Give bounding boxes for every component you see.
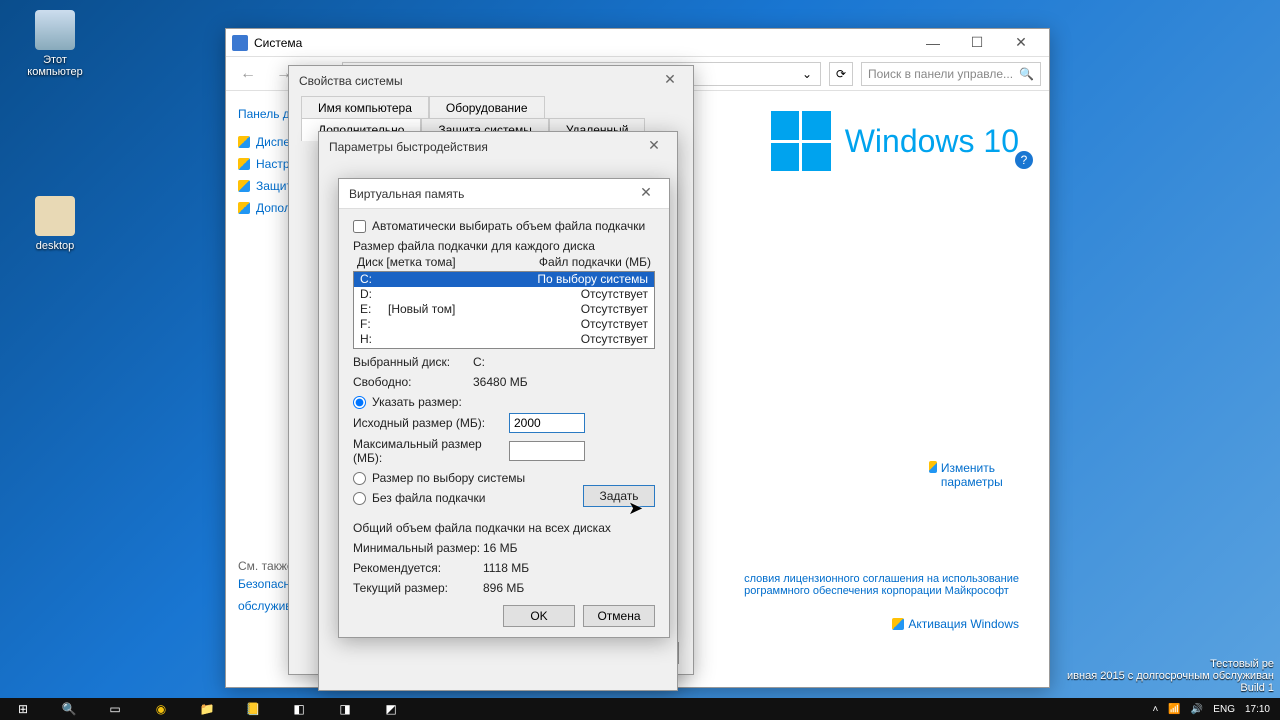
- rec-value: 1118 МБ: [483, 561, 529, 575]
- drive-row-d[interactable]: D:Отсутствует: [354, 287, 654, 302]
- titlebar: Система — ☐ ✕: [226, 29, 1049, 57]
- dialog-title: Свойства системы: [299, 74, 403, 88]
- drive-row-e[interactable]: E:[Новый том]Отсутствует: [354, 302, 654, 317]
- shield-icon: [238, 180, 250, 192]
- task-view-icon[interactable]: ▭: [92, 698, 138, 720]
- windows-logo: Windows 10: [771, 111, 1019, 171]
- each-drive-label: Размер файла подкачки для каждого диска: [353, 239, 655, 253]
- computer-icon: [35, 10, 75, 50]
- change-settings-link[interactable]: Изменить параметры: [929, 461, 1019, 489]
- custom-size-radio[interactable]: Указать размер:: [353, 395, 655, 409]
- activation-link[interactable]: Активация Windows: [892, 617, 1019, 631]
- selected-drive-value: C:: [473, 355, 485, 369]
- max-size-input[interactable]: [509, 441, 585, 461]
- radio-input[interactable]: [353, 472, 366, 485]
- search-placeholder: Поиск в панели управле...: [868, 67, 1013, 81]
- virtual-memory-dialog: Виртуальная память ✕ Автоматически выбир…: [338, 178, 670, 638]
- watermark: Тестовый ре ивная 2015 с долгосрочным об…: [1067, 658, 1274, 694]
- refresh-button[interactable]: ⟳: [829, 62, 853, 86]
- total-paging-label: Общий объем файла подкачки на всех диска…: [353, 521, 655, 535]
- ok-button[interactable]: OK: [503, 605, 575, 627]
- network-icon[interactable]: 📶: [1168, 704, 1180, 715]
- checkbox-label: Автоматически выбирать объем файла подка…: [372, 219, 645, 233]
- shield-icon: [238, 158, 250, 170]
- system-managed-radio[interactable]: Размер по выбору системы: [353, 471, 655, 485]
- shield-icon: [892, 618, 904, 630]
- tab-computer-name[interactable]: Имя компьютера: [301, 96, 429, 119]
- shield-icon: [238, 202, 250, 214]
- dialog-title: Виртуальная память: [349, 187, 464, 201]
- min-label: Минимальный размер:: [353, 541, 483, 555]
- shield-icon: [929, 461, 937, 473]
- tab-hardware[interactable]: Оборудование: [429, 96, 545, 119]
- tabs-row-1: Имя компьютера Оборудование: [289, 96, 693, 119]
- radio-input[interactable]: [353, 492, 366, 505]
- drive-row-c[interactable]: C:По выбору системы: [354, 272, 654, 287]
- app-icon[interactable]: ◨: [322, 698, 368, 720]
- selected-drive-label: Выбранный диск:: [353, 355, 473, 369]
- initial-size-label: Исходный размер (МБ):: [353, 416, 509, 430]
- dialog-titlebar: Виртуальная память ✕: [339, 179, 669, 209]
- auto-manage-checkbox[interactable]: Автоматически выбирать объем файла подка…: [353, 219, 655, 233]
- app-icon[interactable]: ◩: [368, 698, 414, 720]
- shield-icon: [238, 136, 250, 148]
- free-value: 36480 МБ: [473, 375, 528, 389]
- search-icon[interactable]: 🔍: [46, 698, 92, 720]
- windows-glyph-icon: [771, 111, 831, 171]
- start-button[interactable]: ⊞: [0, 698, 46, 720]
- close-button[interactable]: ✕: [999, 29, 1043, 57]
- search-input[interactable]: Поиск в панели управле... 🔍: [861, 62, 1041, 86]
- tray-chevron-up-icon[interactable]: ˄: [1153, 704, 1159, 715]
- col-pagefile: Файл подкачки (МБ): [539, 255, 651, 269]
- dialog-title: Параметры быстродействия: [329, 140, 488, 154]
- col-drive: Диск [метка тома]: [357, 255, 456, 269]
- drive-row-f[interactable]: F:Отсутствует: [354, 317, 654, 332]
- chrome-icon[interactable]: ◉: [138, 698, 184, 720]
- set-button[interactable]: Задать: [583, 485, 655, 507]
- folder-icon: [35, 196, 75, 236]
- back-button[interactable]: ←: [234, 60, 262, 88]
- dialog-titlebar: Свойства системы ✕: [289, 66, 693, 96]
- radio-input[interactable]: [353, 396, 366, 409]
- dialog-titlebar: Параметры быстродействия ✕: [319, 132, 677, 162]
- taskbar: ⊞ 🔍 ▭ ◉ 📁 📒 ◧ ◨ ◩ ˄ 📶 🔊 ENG 17:10: [0, 698, 1280, 720]
- rec-label: Рекомендуется:: [353, 561, 483, 575]
- min-value: 16 МБ: [483, 541, 518, 555]
- window-title: Система: [254, 36, 911, 50]
- cur-value: 896 МБ: [483, 581, 524, 595]
- chevron-down-icon[interactable]: ⌄: [802, 67, 812, 81]
- icon-label: Этот компьютер: [20, 54, 90, 78]
- clock[interactable]: 17:10: [1245, 704, 1270, 715]
- license-link[interactable]: словия лицензионного соглашения на испол…: [744, 573, 1019, 597]
- system-icon: [232, 35, 248, 51]
- close-button[interactable]: ✕: [657, 71, 683, 91]
- free-label: Свободно:: [353, 375, 473, 389]
- desktop-icon-this-pc[interactable]: Этот компьютер: [20, 10, 90, 78]
- icon-label: desktop: [20, 240, 90, 252]
- drive-row-h[interactable]: H:Отсутствует: [354, 332, 654, 347]
- notes-icon[interactable]: 📒: [230, 698, 276, 720]
- desktop-icon-folder[interactable]: desktop: [20, 196, 90, 252]
- volume-icon[interactable]: 🔊: [1191, 704, 1203, 715]
- brand-text: Windows 10: [845, 123, 1019, 160]
- cur-label: Текущий размер:: [353, 581, 483, 595]
- close-button[interactable]: ✕: [641, 137, 667, 157]
- search-icon: 🔍: [1019, 67, 1034, 81]
- close-button[interactable]: ✕: [633, 184, 659, 204]
- maximize-button[interactable]: ☐: [955, 29, 999, 57]
- cancel-button[interactable]: Отмена: [583, 605, 655, 627]
- language-indicator[interactable]: ENG: [1213, 704, 1235, 715]
- initial-size-input[interactable]: [509, 413, 585, 433]
- app-icon[interactable]: ◧: [276, 698, 322, 720]
- drive-list[interactable]: C:По выбору системы D:Отсутствует E:[Нов…: [353, 271, 655, 349]
- minimize-button[interactable]: —: [911, 29, 955, 57]
- explorer-icon[interactable]: 📁: [184, 698, 230, 720]
- max-size-label: Максимальный размер (МБ):: [353, 437, 509, 465]
- checkbox-input[interactable]: [353, 220, 366, 233]
